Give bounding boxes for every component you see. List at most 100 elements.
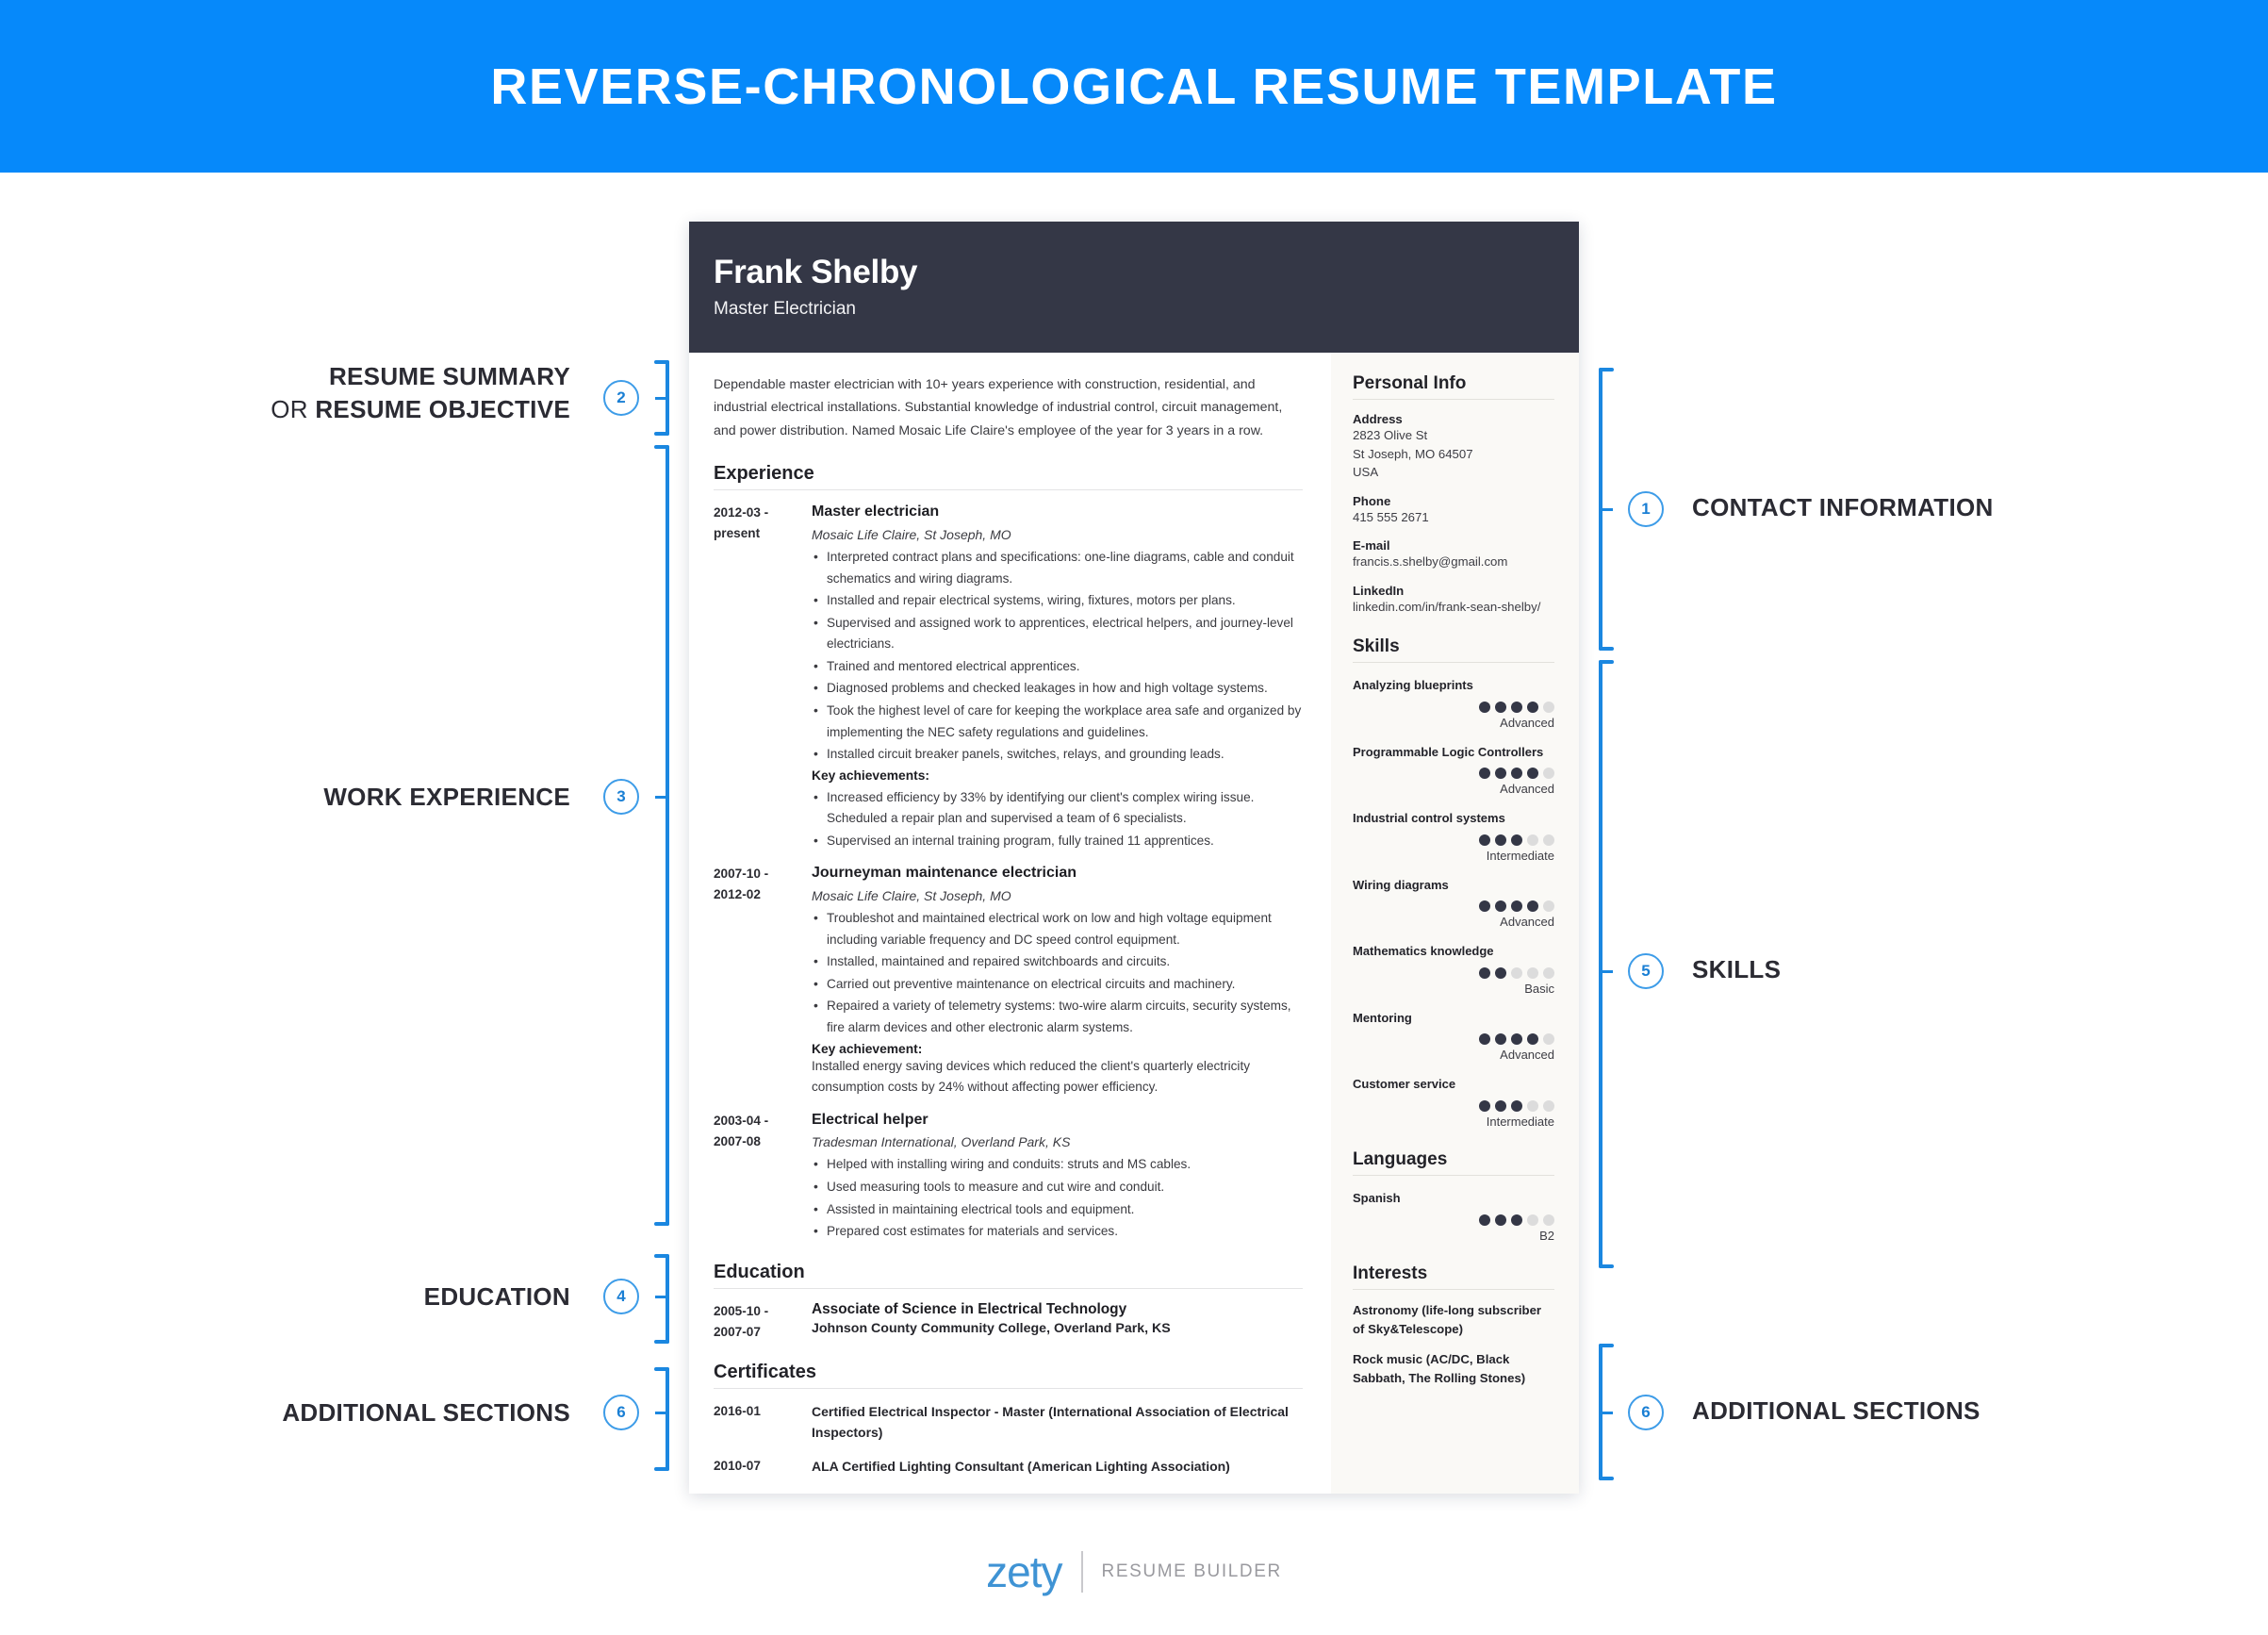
experience-bullet: Installed and repair electrical systems,…	[812, 589, 1303, 612]
annotation-label-right: ADDITIONAL SECTIONS	[1692, 1396, 1980, 1425]
key-achievements-heading: Key achievement:	[812, 1041, 923, 1056]
skill-item: Wiring diagrams Advanced	[1353, 877, 1554, 930]
interest-item: Rock music (AC/DC, Black Sabbath, The Ro…	[1353, 1351, 1526, 1385]
rating-dot	[1511, 900, 1522, 913]
language-level: B2	[1539, 1228, 1554, 1243]
rating-dot	[1527, 768, 1538, 780]
rating-dots	[1353, 834, 1554, 846]
rating-dot	[1479, 701, 1490, 713]
experience-date: 2003-04 -2007-08	[714, 1113, 769, 1148]
rating-dots	[1353, 966, 1554, 979]
rating-dot	[1511, 701, 1522, 713]
experience-bullet: Supervised and assigned work to apprenti…	[812, 612, 1303, 655]
resume-main-column: Dependable master electrician with 10+ y…	[689, 353, 1331, 1494]
skill-name: Mentoring	[1353, 1010, 1412, 1025]
rating-dots	[1353, 768, 1554, 780]
skills-list: Analyzing blueprints Advanced Programmable…	[1353, 677, 1554, 1129]
education-list: 2005-10 -2007-07 Associate of Science in …	[714, 1301, 1303, 1343]
annotation-label-left: WORK EXPERIENCE	[323, 783, 570, 811]
resume-card: Frank Shelby Master Electrician Dependab…	[689, 222, 1579, 1494]
rating-dot	[1543, 701, 1554, 713]
education-date: 2005-10 -2007-07	[714, 1303, 769, 1339]
experience-organization: Mosaic Life Claire, St Joseph, MO	[812, 888, 1011, 904]
experience-entry: 2007-10 -2012-02 Journeyman maintenance e…	[714, 864, 1303, 1098]
footer-tagline: RESUME BUILDER	[1101, 1561, 1282, 1581]
rating-dot	[1543, 900, 1554, 913]
experience-bullet: Repaired a variety of telemetry systems:…	[812, 995, 1303, 1038]
rating-dot	[1511, 1214, 1522, 1226]
address-line: 2823 Olive St	[1353, 428, 1428, 442]
rating-dot	[1527, 701, 1538, 713]
rating-dots	[1353, 1033, 1554, 1046]
section-heading-experience: Experience	[714, 463, 1303, 491]
education-entry: 2005-10 -2007-07 Associate of Science in …	[714, 1301, 1303, 1343]
address-value: 2823 Olive St St Joseph, MO 64507 USA	[1353, 426, 1554, 482]
rating-dot	[1495, 834, 1506, 846]
rating-dot	[1479, 834, 1490, 846]
experience-bullet: Trained and mentored electrical apprenti…	[812, 655, 1303, 678]
email-value: francis.s.shelby@gmail.com	[1353, 554, 1508, 570]
skill-item: Mathematics knowledge Basic	[1353, 943, 1554, 996]
experience-bullet: Used measuring tools to measure and cut …	[812, 1176, 1303, 1198]
phone-label: Phone	[1353, 493, 1391, 508]
rating-dots	[1353, 701, 1554, 713]
linkedin-label: LinkedIn	[1353, 583, 1405, 598]
annotation-bracket-right	[1599, 368, 1614, 651]
skill-name: Industrial control systems	[1353, 811, 1505, 826]
skill-name: Customer service	[1353, 1077, 1456, 1092]
experience-role: Electrical helper	[812, 1111, 929, 1128]
certificate-text: ALA Certified Lighting Consultant (Ameri…	[812, 1459, 1230, 1475]
skill-item: Analyzing blueprints Advanced	[1353, 677, 1554, 730]
resume-header: Frank Shelby Master Electrician	[689, 222, 1579, 353]
phone-value: 415 555 2671	[1353, 509, 1429, 524]
rating-dot	[1543, 1100, 1554, 1113]
page-banner: REVERSE-CHRONOLOGICAL RESUME TEMPLATE	[0, 0, 2268, 173]
annotation-number-1: 1	[1628, 491, 1664, 527]
experience-bullet: Installed, maintained and repaired switc…	[812, 950, 1303, 973]
annotation-label-left: EDUCATION	[423, 1282, 570, 1311]
achievement-bullet: Increased efficiency by 33% by identifyi…	[812, 786, 1303, 830]
resume-sidebar: Personal Info Address 2823 Olive St St Jo…	[1331, 353, 1579, 1494]
rating-dot	[1495, 1214, 1506, 1226]
annotation-label-left: RESUME SUMMARY OR RESUME OBJECTIVE	[271, 362, 570, 424]
experience-bullet: Installed circuit breaker panels, switch…	[812, 743, 1303, 766]
achievement-bullet: Supervised an internal training program,…	[812, 830, 1303, 852]
experience-bullet: Troubleshot and maintained electrical wo…	[812, 907, 1303, 950]
rating-dot	[1543, 966, 1554, 979]
rating-dot	[1479, 900, 1490, 913]
key-achievement-text: Installed energy saving devices which re…	[812, 1058, 1251, 1095]
certificate-text: Certified Electrical Inspector - Master …	[812, 1403, 1289, 1441]
rating-dot	[1511, 966, 1522, 979]
experience-list: 2012-03 - present Master electrician Mosaic…	[714, 503, 1303, 1242]
zety-logo: zety	[986, 1547, 1062, 1596]
experience-bullets: Helped with installing wiring and condui…	[812, 1153, 1303, 1242]
certificate-date: 2010-07	[714, 1459, 761, 1474]
address-label: Address	[1353, 412, 1403, 426]
skill-name: Programmable Logic Controllers	[1353, 744, 1544, 759]
annotation-number-6: 6	[603, 1395, 639, 1430]
rating-dot	[1543, 1033, 1554, 1046]
annotation-number-4: 4	[603, 1279, 639, 1314]
skill-name: Mathematics knowledge	[1353, 944, 1494, 959]
annotation-number-6: 6	[1628, 1395, 1664, 1430]
skill-item: Customer service Intermediate	[1353, 1076, 1554, 1129]
section-heading-certificates: Certificates	[714, 1362, 1303, 1389]
rating-dot	[1543, 768, 1554, 780]
rating-dot	[1511, 768, 1522, 780]
skill-level: Advanced	[1500, 915, 1554, 930]
annotation-bracket-right	[1599, 1344, 1614, 1480]
annotation-bracket-left	[654, 1367, 681, 1471]
rating-dot	[1479, 1100, 1490, 1113]
education-school: Johnson County Community College, Overla…	[812, 1320, 1171, 1336]
rating-dots	[1353, 900, 1554, 913]
language-name: Spanish	[1353, 1191, 1401, 1206]
rating-dot	[1527, 834, 1538, 846]
email-label: E-mail	[1353, 538, 1390, 553]
page-title: REVERSE-CHRONOLOGICAL RESUME TEMPLATE	[490, 58, 1778, 115]
interests-list: Astronomy (life-long subscriber of Sky&T…	[1353, 1301, 1554, 1388]
rating-dot	[1495, 1033, 1506, 1046]
rating-dot	[1511, 834, 1522, 846]
rating-dot	[1479, 1214, 1490, 1226]
experience-entry: 2003-04 -2007-08 Electrical helper Tradesm…	[714, 1111, 1303, 1243]
skill-level: Advanced	[1500, 1048, 1554, 1063]
